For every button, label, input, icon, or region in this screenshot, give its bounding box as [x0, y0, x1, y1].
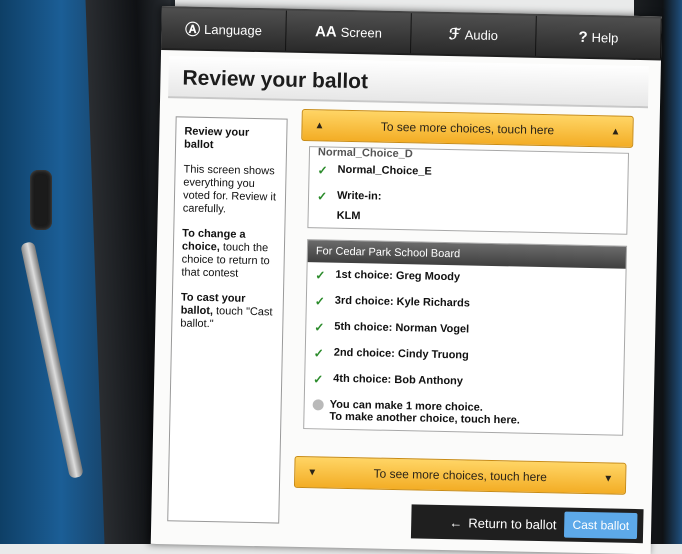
check-icon: ✓	[317, 163, 328, 178]
triangle-up-icon: ▲	[610, 125, 621, 138]
text-size-icon: AA	[314, 22, 337, 41]
write-in-label: Write-in:	[336, 189, 382, 203]
make-more-choice-row[interactable]: You can make 1 more choice. To make anot…	[304, 392, 623, 435]
help-panel: Review your ballot This screen shows eve…	[167, 116, 288, 524]
help-para-3: To cast your ballot, touch "Cast ballot.…	[180, 291, 275, 332]
check-icon: ✓	[314, 320, 325, 335]
triangle-down-icon: ▼	[307, 466, 318, 478]
write-in-row[interactable]: ✓ Write-in: KLM	[308, 183, 627, 234]
choice-label: 1st choice: Greg Moody	[335, 268, 461, 284]
write-in-value: KLM	[336, 209, 361, 223]
help-heading: Review your ballot	[183, 125, 250, 152]
help-para-2: To change a choice, touch the choice to …	[181, 227, 276, 281]
screen-button[interactable]: AA Screen	[286, 10, 412, 54]
return-label: Return to ballot	[468, 515, 557, 532]
return-to-ballot-button[interactable]: ← Return to ballot	[449, 515, 556, 532]
school-board-card[interactable]: For Cedar Park School Board ✓ 1st choice:…	[303, 239, 628, 436]
language-icon: Ⓐ	[184, 20, 201, 39]
top-toolbar: Ⓐ Language AA Screen ℱ Audio ? Help	[161, 6, 662, 61]
help-label: Help	[591, 29, 619, 46]
audio-button[interactable]: ℱ Audio	[411, 13, 537, 56]
choice-label: 4th choice: Bob Anthony	[333, 372, 464, 388]
check-icon: ✓	[313, 372, 324, 387]
choice-label: Normal_Choice_E	[337, 163, 432, 178]
machine-latch	[30, 170, 52, 230]
more-choice-text: You can make 1 more choice. To make anot…	[329, 399, 520, 427]
arrow-left-icon: ←	[449, 514, 463, 530]
scroll-up-label: To see more choices, touch here	[380, 119, 555, 138]
check-icon: ✓	[314, 294, 326, 309]
cast-ballot-button[interactable]: Cast ballot	[564, 511, 638, 540]
page-title: Review your ballot	[182, 66, 369, 94]
scroll-up-button[interactable]: ▲ To see more choices, touch here ▲	[301, 108, 634, 148]
help-button[interactable]: ? Help	[536, 15, 662, 59]
help-icon: ?	[578, 28, 588, 46]
empty-choice-icon	[312, 399, 324, 411]
ear-icon: ℱ	[448, 26, 461, 44]
triangle-down-icon: ▼	[603, 472, 614, 485]
choice-label: 5th choice: Norman Vogel	[334, 320, 470, 336]
footer-bar: ← Return to ballot Cast ballot	[410, 504, 644, 544]
help-para-1: This screen shows everything you voted f…	[182, 163, 277, 216]
cast-label: Cast ballot	[572, 517, 630, 533]
triangle-up-icon: ▲	[314, 119, 325, 131]
language-label: Language	[203, 21, 263, 38]
check-icon: ✓	[316, 189, 328, 204]
check-icon: ✓	[315, 268, 326, 283]
write-in-block: Write-in: KLM	[337, 190, 382, 223]
choice-label: 3rd choice: Kyle Richards	[334, 294, 471, 310]
check-icon: ✓	[313, 346, 324, 361]
audio-label: Audio	[464, 26, 499, 43]
language-button[interactable]: Ⓐ Language	[161, 7, 287, 51]
choice-label: 2nd choice: Cindy Truong	[333, 346, 469, 362]
scroll-down-button[interactable]: ▼ To see more choices, touch here ▼	[293, 455, 627, 495]
previous-contest-card[interactable]: Normal_Choice_D ✓ Normal_Choice_E ✓ Writ…	[307, 146, 630, 235]
ballot-screen: Ⓐ Language AA Screen ℱ Audio ? Help Revi…	[150, 6, 662, 554]
more-choice-line-2: To make another choice, touch here.	[329, 410, 521, 427]
title-bar: Review your ballot	[168, 56, 649, 109]
scroll-down-label: To see more choices, touch here	[373, 466, 548, 485]
screen-label: Screen	[340, 24, 383, 41]
